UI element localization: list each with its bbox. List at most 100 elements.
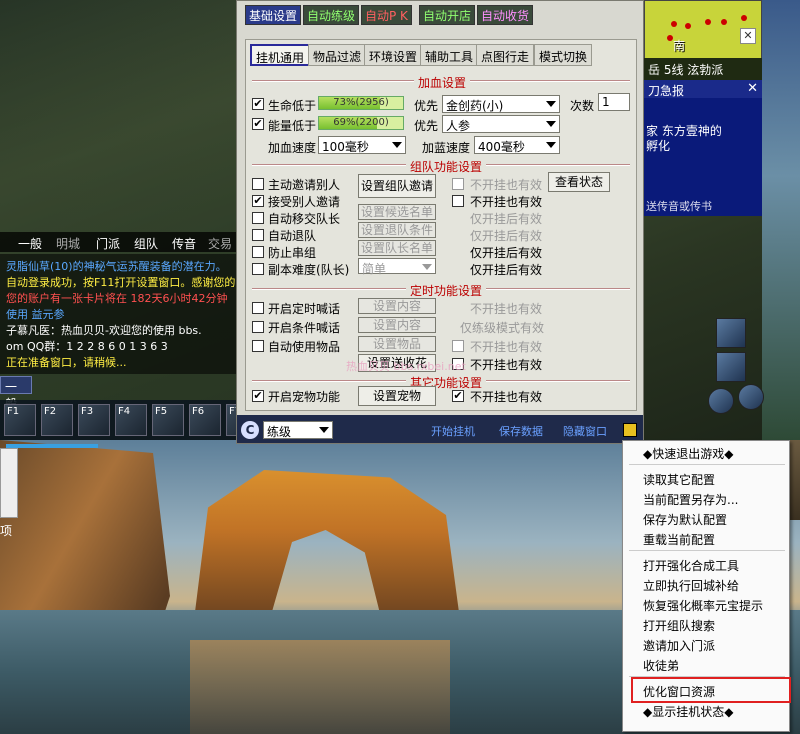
menu-item[interactable]: 保存为默认配置 — [643, 511, 727, 529]
mp-item-select[interactable]: 人参 — [442, 115, 560, 133]
chat-line: 您的账户有一张卡片将在 182天6小时42分钟 — [6, 292, 228, 305]
auto-leave-checkbox[interactable] — [252, 229, 264, 241]
start-bot-button[interactable]: 开始挂机 — [431, 423, 475, 439]
menu-item[interactable]: ◆快速退出游戏◆ — [643, 445, 733, 463]
prevent-mixgroup-checkbox[interactable] — [252, 246, 264, 258]
difficulty-select[interactable]: 简单 — [358, 258, 436, 276]
pet-checkbox[interactable] — [252, 390, 264, 402]
menu-item[interactable]: 重载当前配置 — [643, 531, 715, 549]
count-input[interactable]: 1 — [598, 93, 630, 111]
chat-tab-general[interactable]: 一般 — [18, 235, 42, 252]
news-text: 家 东方壹神的 孵化 — [646, 124, 722, 154]
menu-item[interactable]: 恢复强化概率元宝提示 — [643, 597, 763, 615]
menu-icon[interactable] — [623, 423, 637, 437]
save-data-button[interactable]: 保存数据 — [499, 423, 543, 439]
auto-use-item-checkbox[interactable] — [252, 340, 264, 352]
timer-opt-checkbox[interactable] — [452, 340, 464, 352]
chevron-down-icon — [319, 427, 329, 433]
menu-item[interactable]: 读取其它配置 — [643, 471, 715, 489]
mp-speed-select[interactable]: 400毫秒 — [474, 136, 560, 154]
chevron-down-icon — [422, 264, 432, 270]
tab-basic-settings[interactable]: 基础设置 — [245, 5, 302, 25]
minimap-marker — [741, 15, 747, 21]
mode-select[interactable]: 练级 — [263, 421, 333, 439]
accept-invite-checkbox[interactable] — [252, 195, 264, 207]
view-status-button[interactable]: 查看状态 — [548, 172, 610, 192]
hotbar-slot[interactable]: F2 — [41, 404, 73, 436]
scrollbar[interactable] — [0, 448, 18, 518]
subtab-mode-switch[interactable]: 模式切换 — [534, 44, 593, 66]
auto-invite-checkbox[interactable] — [252, 178, 264, 190]
hp-speed-select[interactable]: 100毫秒 — [318, 136, 406, 154]
game-world-shade — [0, 0, 240, 440]
subtab-environment[interactable]: 环境设置 — [364, 44, 423, 66]
candidate-list-button[interactable]: 设置候选名单 — [358, 204, 436, 220]
condition-content-button[interactable]: 设置内容 — [358, 317, 436, 333]
subtab-item-filter[interactable]: 物品过滤 — [308, 44, 367, 66]
tab-auto-receive[interactable]: 自动收货 — [477, 5, 534, 25]
mode-value: 练级 — [267, 425, 292, 439]
hp-threshold-checkbox[interactable] — [252, 98, 264, 110]
chat-line: 子慕凡医：热血贝贝-欢迎您的使用 bbs. — [6, 324, 202, 337]
menu-item[interactable]: ◆显示挂机状态◆ — [643, 703, 733, 721]
shout-content-button[interactable]: 设置内容 — [358, 298, 436, 314]
close-icon[interactable]: ✕ — [747, 81, 758, 96]
exp-progress-bar — [6, 444, 98, 448]
mp-priority-label: 优先 — [414, 119, 439, 133]
tab-auto-leveling[interactable]: 自动练级 — [303, 5, 360, 25]
skill-icon[interactable] — [716, 318, 746, 348]
hotbar-slot[interactable]: F4 — [115, 404, 147, 436]
hp-item-select[interactable]: 金创药(小) — [442, 95, 560, 113]
main-tabs: 基础设置 自动练级 自动P K 自动开店 自动收货 — [243, 3, 639, 27]
chat-tab-city[interactable]: 明城 — [56, 235, 80, 252]
section-title-party: 组队功能设置 — [406, 158, 487, 175]
menu-item[interactable]: 打开组队搜索 — [643, 617, 715, 635]
chat-tab-trade[interactable]: 交易 — [208, 235, 232, 252]
condition-shout-checkbox[interactable] — [252, 321, 264, 333]
hp-threshold-slider[interactable]: 73%(2956) — [318, 96, 404, 110]
hotbar-slot[interactable]: F1 — [4, 404, 36, 436]
chat-tab-party[interactable]: 组队 — [134, 235, 158, 252]
menu-item[interactable]: 立即执行回城补给 — [643, 577, 739, 595]
party-opt-checkbox[interactable] — [452, 195, 464, 207]
chat-channel-tab[interactable]: 一般 — [0, 376, 32, 411]
news-title-text: 刀急报 — [648, 84, 685, 98]
timed-shout-checkbox[interactable] — [252, 302, 264, 314]
menu-item[interactable]: 收徒弟 — [643, 657, 679, 675]
party-opt-label: 仅开挂后有效 — [470, 246, 543, 260]
minimap-marker — [671, 21, 677, 27]
hotbar-slot[interactable]: F6 — [189, 404, 221, 436]
mp-item-value: 人参 — [446, 119, 471, 133]
transfer-leader-label: 自动移交队长 — [268, 212, 341, 226]
subtab-tools[interactable]: 辅助工具 — [420, 44, 479, 66]
menu-item[interactable]: 打开强化合成工具 — [643, 557, 739, 575]
hide-window-button[interactable]: 隐藏窗口 — [563, 423, 607, 439]
subtab-map-walk[interactable]: 点图行走 — [476, 44, 535, 66]
skill-icon[interactable] — [716, 352, 746, 382]
party-opt-checkbox[interactable] — [452, 178, 464, 190]
close-icon[interactable]: ✕ — [740, 28, 756, 44]
leader-list-button[interactable]: 设置队长名单 — [358, 240, 436, 256]
transfer-leader-checkbox[interactable] — [252, 212, 264, 224]
hotbar-slot[interactable]: F3 — [78, 404, 110, 436]
subtab-general[interactable]: 挂机通用 — [250, 44, 311, 66]
chat-tab-whisper[interactable]: 传音 — [172, 235, 196, 252]
dungeon-difficulty-checkbox[interactable] — [252, 263, 264, 275]
menu-item[interactable]: 邀请加入门派 — [643, 637, 715, 655]
hp-threshold-label: 生命低于 — [268, 99, 317, 113]
pet-opt-checkbox[interactable] — [452, 390, 464, 402]
mp-threshold-checkbox[interactable] — [252, 118, 264, 130]
tab-auto-pk[interactable]: 自动P K — [361, 5, 412, 25]
mp-threshold-slider[interactable]: 69%(2200) — [318, 116, 404, 130]
menu-item[interactable]: 当前配置另存为... — [643, 491, 738, 509]
party-invite-button[interactable]: 设置组队邀请 — [358, 174, 436, 198]
news-panel: 刀急报 ✕ 家 东方壹神的 孵化 — [644, 80, 762, 216]
hotbar-slot[interactable]: F5 — [152, 404, 184, 436]
set-item-button[interactable]: 设置物品 — [358, 336, 436, 352]
skill-icon[interactable] — [738, 384, 764, 410]
skill-icon[interactable] — [708, 388, 734, 414]
tab-auto-shop[interactable]: 自动开店 — [419, 5, 476, 25]
leave-condition-button[interactable]: 设置退队条件 — [358, 222, 436, 238]
set-pet-button[interactable]: 设置宠物 — [358, 386, 436, 406]
chat-tab-sect[interactable]: 门派 — [96, 235, 120, 252]
